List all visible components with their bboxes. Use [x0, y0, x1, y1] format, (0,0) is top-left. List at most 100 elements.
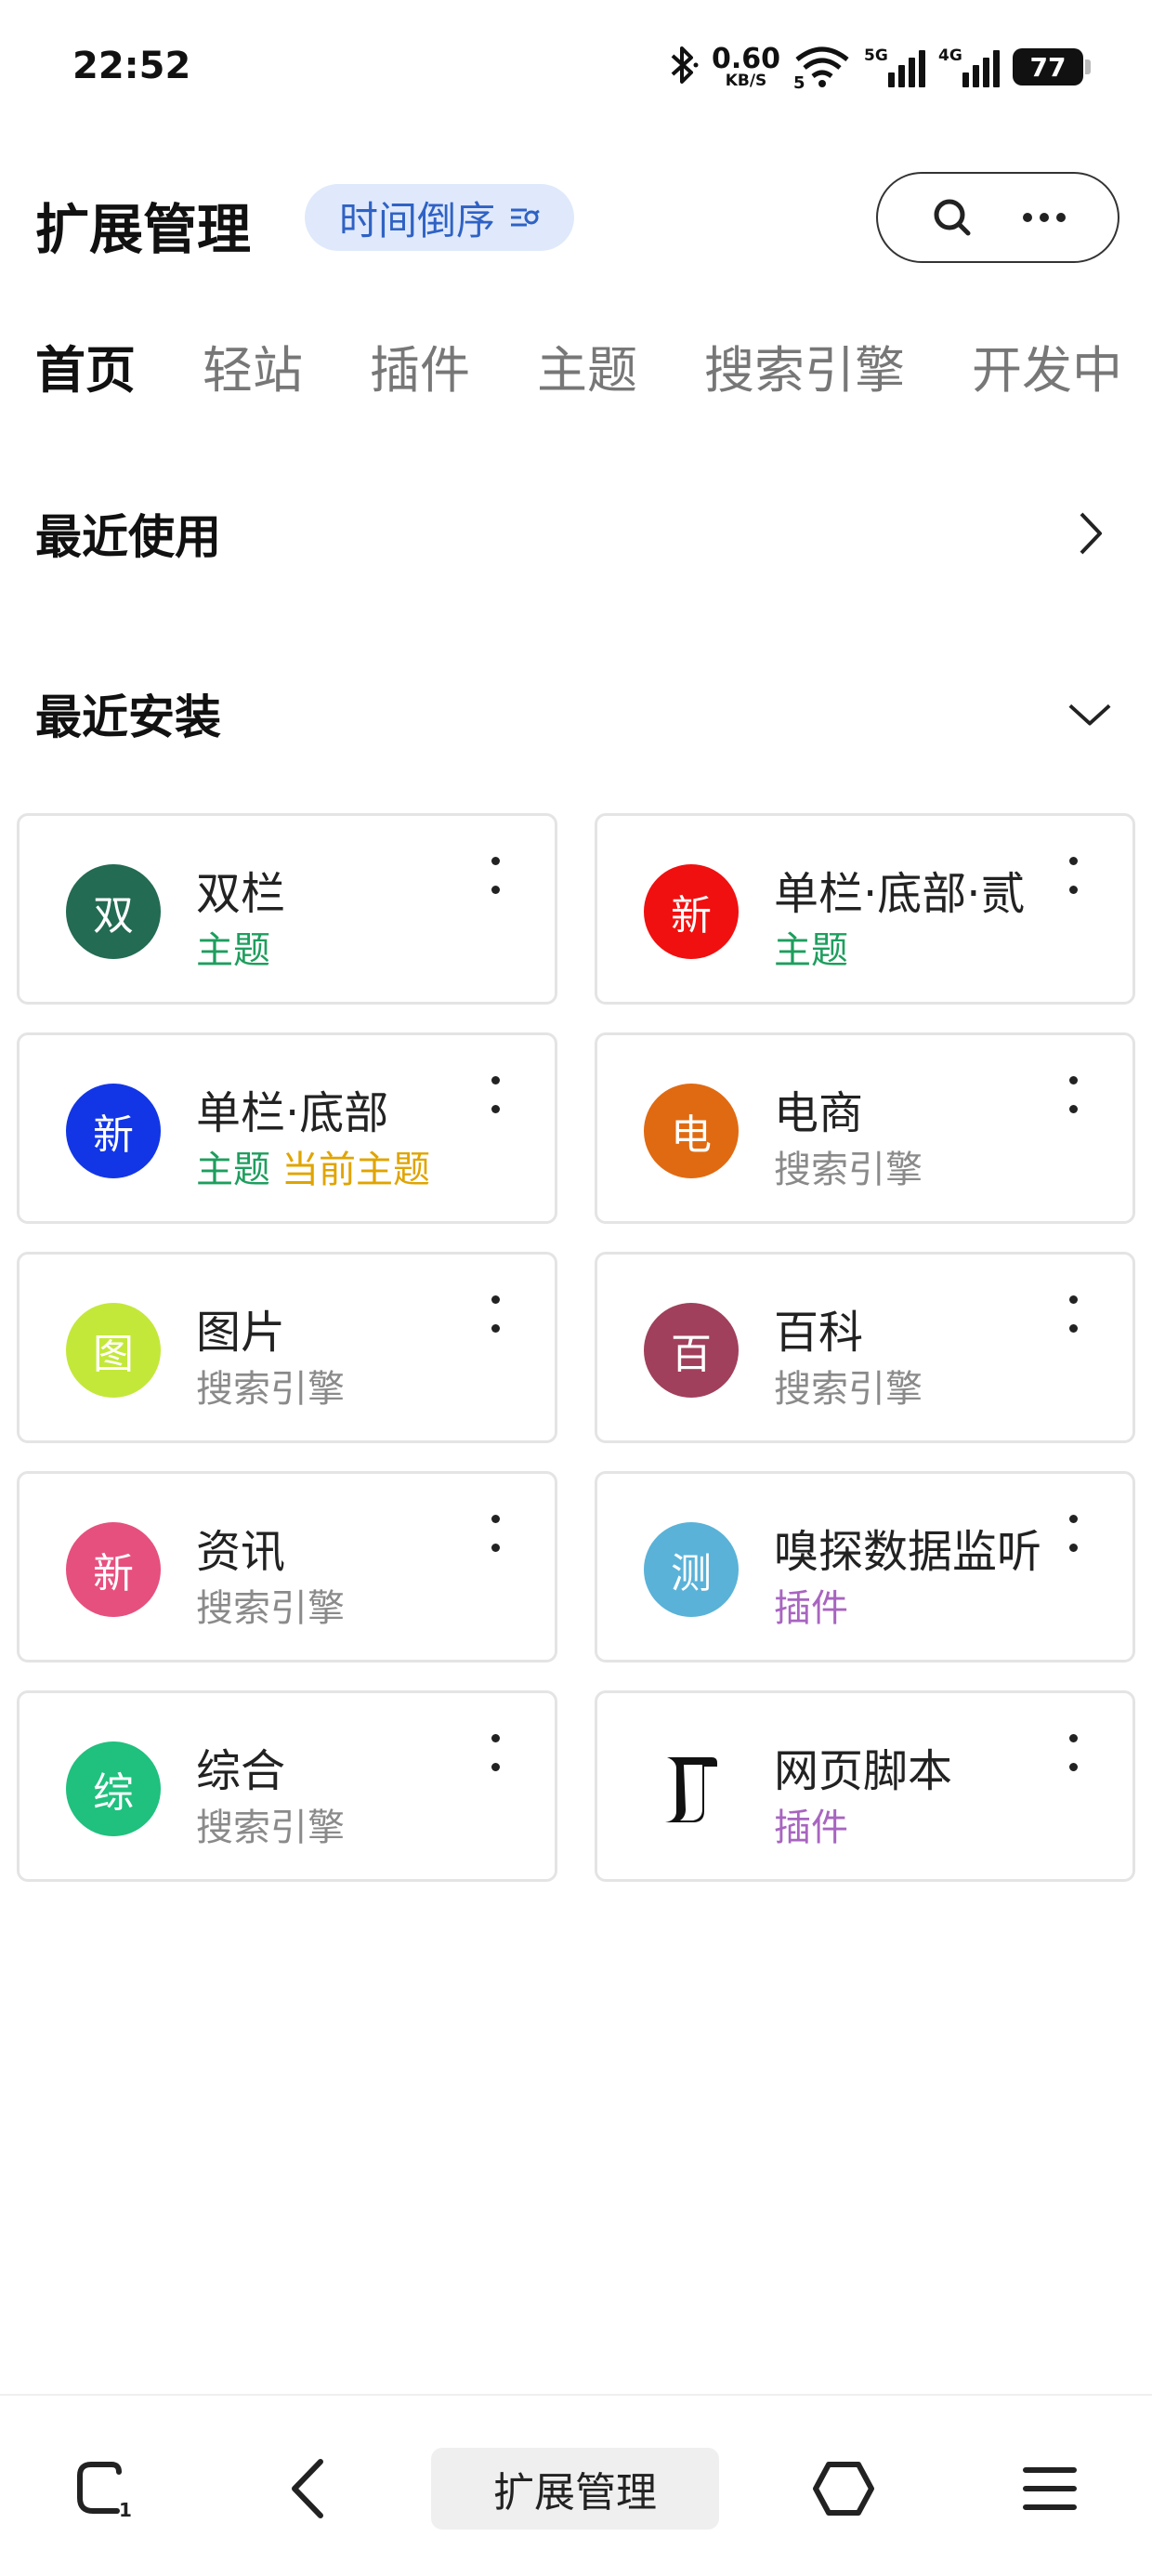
extension-card[interactable]: 图图片搜索引擎	[17, 1252, 557, 1443]
extension-type-row: 搜索引擎	[196, 1578, 345, 1632]
current-page-button[interactable]: 扩展管理	[431, 2448, 719, 2530]
status-time: 22:52	[72, 45, 191, 87]
extension-name: 图片	[196, 1307, 286, 1359]
battery-level: 77	[1029, 51, 1067, 83]
battery-icon: 77	[1013, 48, 1091, 85]
recent-installed-title: 最近安装	[35, 690, 221, 744]
card-more-icon[interactable]	[1062, 1072, 1084, 1117]
extension-card[interactable]: 双双栏主题	[17, 813, 557, 1005]
back-button[interactable]	[271, 2451, 346, 2526]
tab-themes[interactable]: 主题	[537, 329, 637, 402]
extension-type: 搜索引擎	[196, 1807, 345, 1849]
card-more-icon[interactable]	[1062, 1511, 1084, 1556]
extension-avatar: 双	[66, 864, 161, 959]
extension-avatar: 图	[66, 1303, 161, 1398]
menu-button[interactable]	[1013, 2451, 1087, 2526]
bluetooth-icon	[667, 45, 699, 89]
extension-name: 电商	[774, 1087, 864, 1139]
extension-name: 百科	[774, 1307, 864, 1359]
card-more-icon[interactable]	[484, 1292, 506, 1336]
extension-avatar: 新	[644, 864, 739, 959]
extension-avatar: 新	[66, 1522, 161, 1617]
extension-card[interactable]: 新单栏·底部·贰主题	[595, 813, 1135, 1005]
extension-type-row: 搜索引擎	[774, 1139, 923, 1193]
extension-type: 搜索引擎	[774, 1368, 923, 1411]
extension-type-row: 搜索引擎	[196, 1359, 345, 1413]
chevron-right-icon	[1067, 510, 1113, 557]
card-more-icon[interactable]	[484, 1730, 506, 1775]
extension-avatar: 测	[644, 1522, 739, 1617]
signal-4g-icon: 4G	[938, 46, 1000, 87]
recent-used-title: 最近使用	[35, 510, 221, 564]
svg-text:1: 1	[119, 2499, 132, 2521]
search-icon	[934, 199, 970, 236]
extension-type-row: 插件	[774, 1578, 848, 1632]
extension-name: 综合	[196, 1745, 286, 1797]
sort-order-chip[interactable]: 时间倒序	[305, 184, 574, 251]
tab-light-sites[interactable]: 轻站	[203, 329, 303, 402]
extension-avatar: 百	[644, 1303, 739, 1398]
extension-name: 资讯	[196, 1526, 286, 1578]
card-more-icon[interactable]	[484, 1511, 506, 1556]
extension-name: 网页脚本	[774, 1745, 953, 1797]
net-speed-unit: KB/S	[725, 71, 767, 90]
extension-type-row: 主题	[774, 920, 848, 974]
extension-type-row: 主题 当前主题	[196, 1139, 430, 1193]
status-bar: 22:52 0.60 KB/S 5 5G 4G 77	[0, 0, 1152, 139]
more-button[interactable]	[1016, 190, 1072, 245]
net-speed: 0.60 KB/S	[711, 42, 780, 90]
extension-type: 搜索引擎	[196, 1587, 345, 1630]
extension-card[interactable]: 测嗅探数据监听插件	[595, 1471, 1135, 1663]
script-logo-icon	[644, 1741, 739, 1836]
recent-installed-row[interactable]: 最近安装	[35, 680, 1113, 747]
tabs-button[interactable]: 1	[67, 2451, 141, 2526]
extension-type-row: 搜索引擎	[774, 1359, 923, 1413]
net-speed-value: 0.60	[711, 42, 780, 75]
search-button[interactable]	[924, 190, 980, 245]
home-button[interactable]	[806, 2451, 881, 2526]
extension-type: 搜索引擎	[196, 1368, 345, 1411]
extension-card[interactable]: 新单栏·底部 主题 当前主题	[17, 1032, 557, 1224]
extension-grid: 双双栏 主题新单栏·底部·贰 主题新单栏·底部 主题 当前主题电电商 搜索引擎图图片 搜索引…	[17, 813, 1135, 1882]
page-title: 扩展管理	[35, 198, 252, 261]
extension-type-row: 主题	[196, 920, 270, 974]
sort-label: 时间倒序	[338, 197, 495, 243]
status-icons: 0.60 KB/S 5 5G 4G 77	[667, 41, 1091, 93]
current-theme-badge: 当前主题	[281, 1149, 430, 1191]
card-more-icon[interactable]	[1062, 1292, 1084, 1336]
extension-name: 双栏	[196, 868, 286, 920]
tab-home[interactable]: 首页	[35, 329, 136, 402]
card-more-icon[interactable]	[484, 853, 506, 898]
extension-card[interactable]: 百百科搜索引擎	[595, 1252, 1135, 1443]
extension-type: 主题	[774, 929, 848, 972]
chevron-down-icon	[1067, 690, 1113, 737]
extension-type: 主题	[196, 929, 270, 972]
card-more-icon[interactable]	[484, 1072, 506, 1117]
card-more-icon[interactable]	[1062, 853, 1084, 898]
extension-name: 嗅探数据监听	[774, 1526, 1042, 1578]
tab-plugins[interactable]: 插件	[370, 329, 470, 402]
extension-type-row: 搜索引擎	[196, 1797, 345, 1851]
extension-type: 插件	[774, 1807, 848, 1849]
tab-in-development[interactable]: 开发中	[972, 329, 1122, 402]
extension-card[interactable]: 电电商 搜索引擎	[595, 1032, 1135, 1224]
extension-card[interactable]: 新资讯搜索引擎	[17, 1471, 557, 1663]
recent-used-row[interactable]: 最近使用	[35, 500, 1113, 567]
extension-type: 插件	[774, 1587, 848, 1630]
extension-card[interactable]: 网页脚本 插件	[595, 1690, 1135, 1882]
menu-icon	[1023, 2467, 1077, 2510]
extension-type: 主题	[196, 1149, 270, 1191]
extension-avatar: 电	[644, 1084, 739, 1178]
extension-card[interactable]: 综综合 搜索引擎	[17, 1690, 557, 1882]
header-actions	[876, 172, 1119, 263]
extension-name: 单栏·底部·贰	[774, 868, 1026, 920]
tab-search-engines[interactable]: 搜索引擎	[704, 329, 905, 402]
wifi-icon: 5	[793, 45, 851, 93]
wifi-sub-label: 5	[793, 73, 805, 93]
home-icon	[813, 2462, 874, 2516]
card-more-icon[interactable]	[1062, 1730, 1084, 1775]
bottom-nav: 1 扩展管理	[0, 2394, 1152, 2576]
back-icon	[292, 2459, 323, 2518]
extension-name: 单栏·底部	[196, 1087, 389, 1139]
more-icon	[1022, 213, 1066, 222]
